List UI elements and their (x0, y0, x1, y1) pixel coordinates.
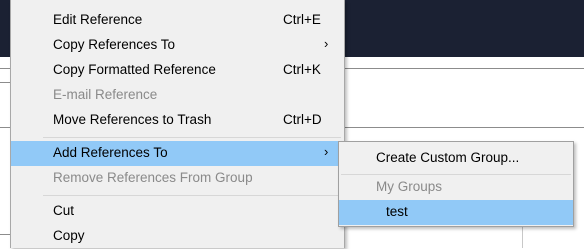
menu-item-label: Edit Reference (53, 12, 143, 27)
menu-item-label: E-mail Reference (53, 87, 158, 102)
menu-item-label: Cut (53, 203, 75, 218)
chevron-right-icon: › (324, 36, 329, 51)
menu-separator (43, 137, 341, 138)
menu-item-label: Remove References From Group (53, 170, 253, 185)
add-references-submenu: Create Custom Group... My Groups test (338, 141, 574, 227)
submenu-heading-label: My Groups (376, 179, 443, 194)
chevron-right-icon: › (324, 144, 329, 159)
submenu-item-create-custom-group[interactable]: Create Custom Group... (339, 146, 573, 171)
menu-item-move-to-trash[interactable]: Move References to Trash Ctrl+D (11, 108, 344, 133)
submenu-item-label: test (386, 204, 408, 219)
menu-item-copy[interactable]: Copy (11, 224, 344, 249)
menu-item-label: Add References To (53, 145, 168, 160)
menu-item-cut[interactable]: Cut (11, 199, 344, 224)
menu-item-add-references-to[interactable]: Add References To › (11, 141, 344, 166)
column-divider (522, 227, 523, 248)
context-menu: Edit Reference Ctrl+E Copy References To… (10, 0, 345, 248)
menu-item-label: Copy References To (53, 37, 176, 52)
menu-item-copy-formatted-reference[interactable]: Copy Formatted Reference Ctrl+K (11, 58, 344, 83)
menu-item-label: Move References to Trash (53, 112, 212, 127)
menu-item-copy-references-to[interactable]: Copy References To › (11, 33, 344, 58)
submenu-heading-my-groups: My Groups (339, 175, 573, 200)
menu-item-shortcut: Ctrl+K (283, 62, 321, 77)
menu-separator (43, 195, 341, 196)
list-row-divider (0, 82, 10, 83)
submenu-item-label: Create Custom Group... (376, 150, 520, 165)
menu-item-label: Copy (53, 228, 85, 243)
menu-item-label: Copy Formatted Reference (53, 62, 216, 77)
menu-item-email-reference: E-mail Reference (11, 83, 344, 108)
menu-item-shortcut: Ctrl+E (283, 12, 321, 27)
list-row-divider (0, 234, 10, 235)
submenu-item-group-test[interactable]: test (339, 200, 573, 225)
menu-item-shortcut: Ctrl+D (283, 112, 322, 127)
menu-item-edit-reference[interactable]: Edit Reference Ctrl+E (11, 8, 344, 33)
menu-item-remove-from-group: Remove References From Group (11, 166, 344, 191)
